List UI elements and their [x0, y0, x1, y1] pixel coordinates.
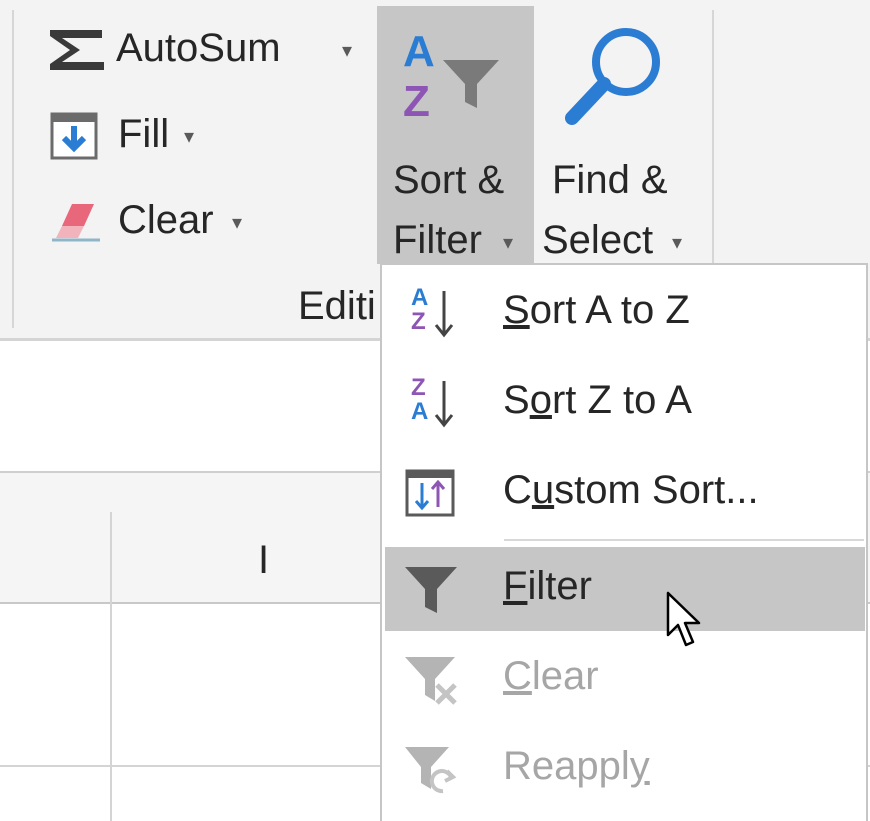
sort-z-to-a-icon: Z A: [403, 375, 459, 431]
find-select-button[interactable]: Find & Select ▾: [540, 10, 700, 262]
sort-a-glyph: A: [403, 27, 435, 76]
sort-glyph-bottom: A: [411, 398, 429, 425]
menu-item-label: Custom Sort...: [503, 468, 759, 512]
menu-item-filter[interactable]: Filter: [385, 547, 865, 647]
sort-z-glyph: Z: [403, 77, 430, 126]
menu-item-sort-a-to-z[interactable]: A Z Sort A to Z: [385, 271, 865, 355]
autosum-label: AutoSum: [116, 26, 281, 70]
chevron-down-icon[interactable]: ▾: [184, 124, 194, 149]
arrow-down-icon: [434, 291, 454, 338]
sort-filter-label-line1: Sort &: [393, 158, 505, 202]
sort-filter-button[interactable]: A Z Sort & Filter ▾: [377, 6, 534, 264]
filter-icon: [405, 567, 457, 613]
arrow-down-icon: [434, 381, 454, 428]
chevron-down-icon[interactable]: ▾: [232, 210, 242, 235]
find-select-label-line1: Find &: [552, 158, 668, 202]
column-header-i[interactable]: I: [258, 536, 269, 584]
chevron-down-icon[interactable]: ▾: [342, 38, 352, 63]
menu-item-label: Clear: [503, 654, 599, 698]
sort-filter-label-line2: Filter: [393, 218, 482, 262]
eraser-icon: [52, 204, 100, 242]
funnel-icon: [443, 60, 499, 108]
sort-filter-icon: A Z: [397, 30, 517, 140]
menu-item-reapply[interactable]: Reapply: [385, 727, 865, 811]
magnifier-icon: [565, 28, 660, 125]
reapply-filter-icon: [405, 747, 457, 794]
ribbon-separator: [12, 10, 14, 328]
fill-down-icon: [50, 112, 98, 160]
sort-filter-menu: A Z Sort A to Z Z A Sort Z to A Custom S…: [380, 263, 868, 821]
menu-separator: [504, 539, 864, 541]
sort-glyph-bottom: Z: [411, 308, 426, 335]
clear-button[interactable]: Clear ▾: [48, 194, 268, 250]
sort-a-to-z-icon: A Z: [403, 285, 459, 341]
menu-item-label: Sort A to Z: [503, 288, 690, 332]
menu-item-label: Reapply: [503, 744, 650, 788]
sort-glyph-top: A: [411, 284, 429, 311]
fill-label: Fill: [118, 112, 170, 156]
editing-group-label: Editi: [298, 284, 376, 328]
fill-button[interactable]: Fill ▾: [48, 108, 228, 164]
menu-item-custom-sort[interactable]: Custom Sort...: [385, 451, 865, 535]
sort-glyph-top: Z: [411, 374, 426, 401]
clear-label: Clear: [118, 198, 214, 242]
find-select-label-line2: Select: [542, 218, 654, 262]
chevron-down-icon: ▾: [672, 232, 683, 254]
autosum-button[interactable]: AutoSum ▾: [40, 22, 370, 78]
menu-item-label: Sort Z to A: [503, 378, 692, 422]
menu-item-sort-z-to-a[interactable]: Z A Sort Z to A: [385, 361, 865, 445]
sigma-icon: [50, 30, 104, 70]
menu-item-label: Filter: [503, 564, 592, 608]
clear-filter-icon: [405, 657, 457, 705]
custom-sort-icon: [405, 469, 455, 517]
chevron-down-icon: ▾: [503, 232, 514, 254]
menu-item-clear-filter[interactable]: Clear: [385, 637, 865, 721]
column-divider: [110, 512, 112, 821]
